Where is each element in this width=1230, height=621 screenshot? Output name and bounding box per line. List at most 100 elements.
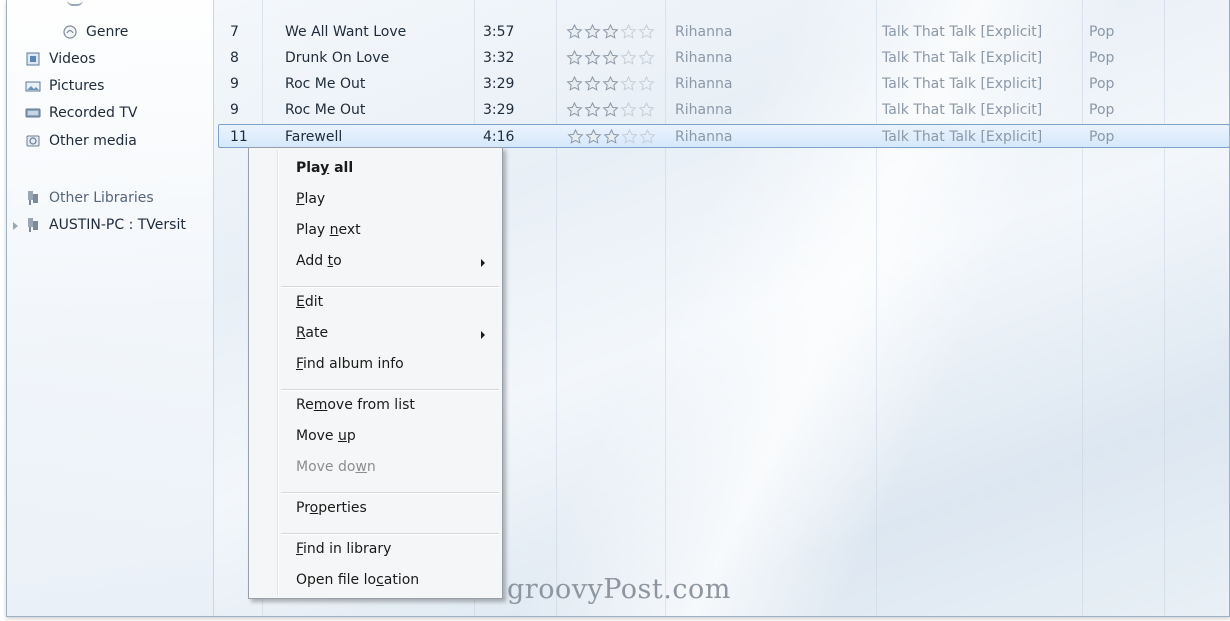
- star-icon[interactable]: [638, 49, 655, 65]
- star-icon[interactable]: [567, 128, 584, 144]
- menu-item-properties[interactable]: Properties: [296, 500, 367, 516]
- menu-item-find-album-info[interactable]: Find album info: [296, 356, 404, 372]
- track-number: 8: [230, 50, 239, 66]
- context-menu: Play all Play Play next Add to Edit Rate Find …: [248, 147, 503, 599]
- star-icon[interactable]: [584, 49, 601, 65]
- clipped-row-edge: [490, 0, 530, 4]
- other-media-icon: [25, 133, 41, 149]
- star-icon[interactable]: [620, 49, 637, 65]
- rating-stars[interactable]: [566, 23, 655, 39]
- star-icon[interactable]: [621, 128, 638, 144]
- menu-item-remove-from-list[interactable]: Remove from list: [296, 397, 415, 413]
- star-icon[interactable]: [584, 23, 601, 39]
- star-icon[interactable]: [638, 75, 655, 91]
- track-title: Drunk On Love: [285, 50, 390, 66]
- recorded-tv-icon: [25, 105, 41, 121]
- shared-library-icon: [25, 217, 41, 233]
- nav-item-pictures[interactable]: Pictures: [25, 75, 104, 97]
- videos-icon: [25, 51, 41, 67]
- screenshot-frame: Genre Videos Pictures Recorded TV Other medi…: [0, 0, 1230, 621]
- track-length: 4:16: [483, 129, 515, 145]
- menu-item-play-next[interactable]: Play next: [296, 222, 361, 238]
- track-album: Talk That Talk [Explicit]: [882, 50, 1043, 66]
- track-length: 3:32: [483, 50, 515, 66]
- watermark-text: groovyPost.com: [507, 574, 731, 605]
- track-genre: Pop: [1089, 129, 1115, 145]
- star-icon[interactable]: [620, 75, 637, 91]
- track-number: 9: [230, 102, 239, 118]
- menu-item-rate[interactable]: Rate: [296, 325, 328, 341]
- star-icon[interactable]: [639, 128, 656, 144]
- track-genre: Pop: [1089, 76, 1115, 92]
- star-icon[interactable]: [584, 75, 601, 91]
- nav-item-label: Other media: [49, 133, 137, 149]
- submenu-arrow-icon: [481, 259, 485, 267]
- nav-item-other-libraries[interactable]: Other Libraries: [25, 187, 154, 209]
- star-icon[interactable]: [602, 101, 619, 117]
- clipped-row-edge: [284, 0, 464, 4]
- star-icon[interactable]: [566, 75, 583, 91]
- navigation-pane: Genre Videos Pictures Recorded TV Other medi…: [7, 0, 214, 616]
- star-icon[interactable]: [602, 49, 619, 65]
- menu-item-play-all[interactable]: Play all: [296, 160, 353, 176]
- track-row[interactable]: 9 Roc Me Out 3:29 Rihanna Talk That Talk [Ex…: [218, 98, 1228, 122]
- nav-item-label: Other Libraries: [49, 190, 154, 206]
- track-artist: Rihanna: [675, 129, 733, 145]
- other-libraries-icon: [25, 190, 41, 206]
- star-icon[interactable]: [566, 23, 583, 39]
- menu-item-play[interactable]: Play: [296, 191, 325, 207]
- menu-item-move-up[interactable]: Move up: [296, 428, 356, 444]
- nav-item-genre[interactable]: Genre: [62, 21, 128, 43]
- clipped-row-edge: [224, 0, 264, 4]
- rating-stars[interactable]: [566, 49, 655, 65]
- track-length: 3:29: [483, 76, 515, 92]
- rating-stars[interactable]: [566, 75, 655, 91]
- track-artist: Rihanna: [675, 102, 733, 118]
- clipped-row-edge: [574, 0, 654, 4]
- pictures-icon: [25, 78, 41, 94]
- track-artist: Rihanna: [675, 24, 733, 40]
- menu-item-edit[interactable]: Edit: [296, 294, 323, 310]
- nav-item-recorded-tv[interactable]: Recorded TV: [25, 102, 137, 124]
- nav-item-videos[interactable]: Videos: [25, 48, 96, 70]
- nav-item-label: Genre: [86, 24, 129, 40]
- star-icon[interactable]: [638, 23, 655, 39]
- menu-item-add-to[interactable]: Add to: [296, 253, 342, 269]
- track-number: 7: [230, 24, 239, 40]
- star-icon[interactable]: [602, 23, 619, 39]
- track-title: Roc Me Out: [285, 102, 366, 118]
- star-icon[interactable]: [602, 75, 619, 91]
- track-row-selected[interactable]: 11 Farewell 4:16 Rihanna Talk That Talk [Exp…: [218, 124, 1229, 148]
- rating-stars[interactable]: [567, 128, 656, 144]
- star-icon[interactable]: [566, 101, 583, 117]
- track-length: 3:29: [483, 102, 515, 118]
- track-album: Talk That Talk [Explicit]: [882, 129, 1043, 145]
- nav-item-other-media[interactable]: Other media: [25, 130, 137, 152]
- track-row[interactable]: 9 Roc Me Out 3:29 Rihanna Talk That Talk [Ex…: [218, 72, 1228, 96]
- track-album: Talk That Talk [Explicit]: [882, 76, 1043, 92]
- track-title: Farewell: [285, 129, 343, 145]
- expand-arrow-icon[interactable]: [13, 222, 18, 230]
- track-album: Talk That Talk [Explicit]: [882, 24, 1043, 40]
- star-icon[interactable]: [638, 101, 655, 117]
- nav-item-austin-pc-tversit[interactable]: AUSTIN-PC : TVersit: [13, 214, 186, 236]
- genre-icon: [62, 24, 78, 40]
- nav-item-label: Pictures: [49, 78, 105, 94]
- nav-item-label: Videos: [49, 51, 96, 67]
- star-icon[interactable]: [566, 49, 583, 65]
- star-icon[interactable]: [603, 128, 620, 144]
- star-icon[interactable]: [620, 23, 637, 39]
- menu-item-find-in-library[interactable]: Find in library: [296, 541, 391, 557]
- rating-stars[interactable]: [566, 101, 655, 117]
- star-icon[interactable]: [585, 128, 602, 144]
- menu-separator: [281, 286, 499, 288]
- menu-item-open-file-location[interactable]: Open file location: [296, 572, 419, 588]
- media-player-window: Genre Videos Pictures Recorded TV Other medi…: [6, 0, 1230, 617]
- star-icon[interactable]: [620, 101, 637, 117]
- menu-item-move-down: Move down: [296, 459, 376, 475]
- track-row[interactable]: 8 Drunk On Love 3:32 Rihanna Talk That Talk …: [218, 46, 1228, 70]
- track-row[interactable]: 7 We All Want Love 3:57 Rihanna Talk That Ta…: [218, 20, 1228, 44]
- track-album: Talk That Talk [Explicit]: [882, 102, 1043, 118]
- star-icon[interactable]: [584, 101, 601, 117]
- menu-gutter: [277, 150, 279, 596]
